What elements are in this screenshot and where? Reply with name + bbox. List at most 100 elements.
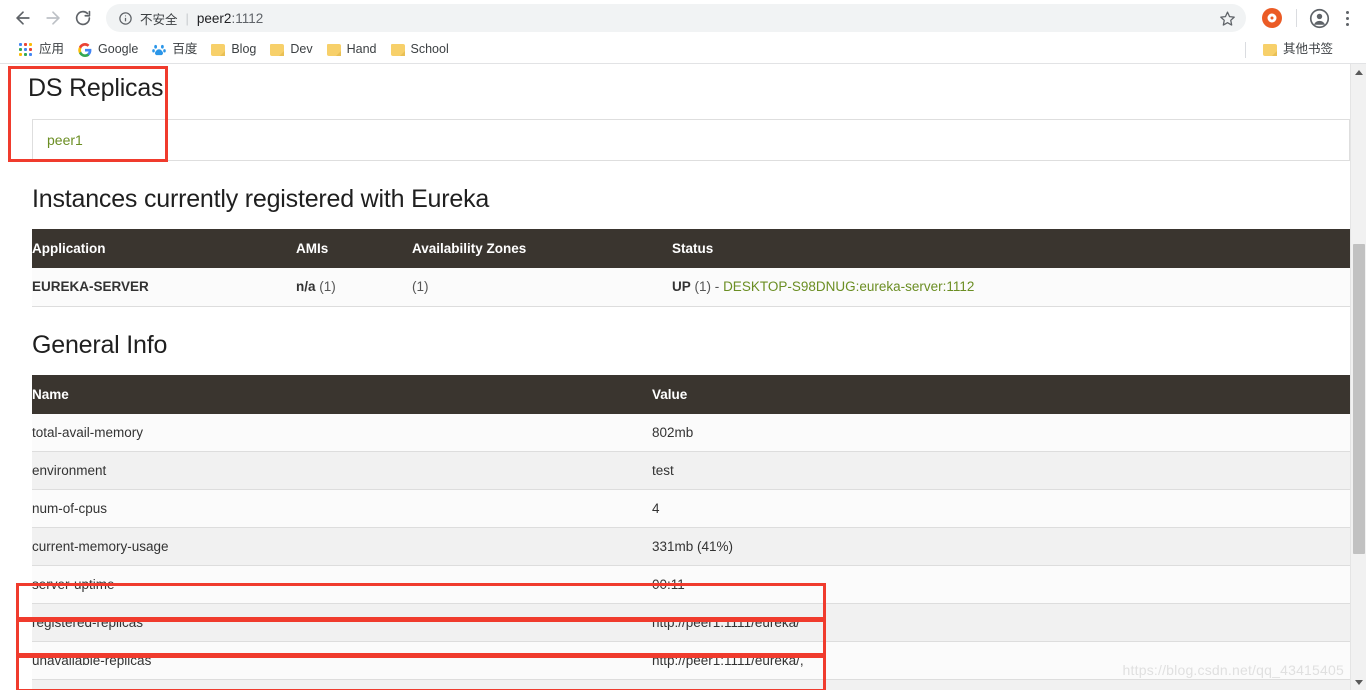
- status-state: UP: [672, 279, 691, 294]
- vertical-scrollbar[interactable]: [1350, 64, 1366, 690]
- folder-icon: [327, 44, 341, 56]
- profile-avatar-icon[interactable]: [1303, 8, 1336, 29]
- amis-value: n/a: [296, 279, 316, 294]
- extension-icon[interactable]: [1262, 8, 1282, 28]
- cell-name: num-of-cpus: [32, 490, 652, 528]
- column-availability-zones: Availability Zones: [412, 229, 672, 268]
- folder-icon: [211, 44, 225, 56]
- url-port: :1112: [231, 11, 263, 26]
- cell-value: 4: [652, 490, 1350, 528]
- cell-name: registered-replicas: [32, 604, 652, 642]
- bookmark-blog[interactable]: Blog: [204, 41, 263, 58]
- bookmarks-divider: [1245, 42, 1246, 58]
- bookmark-label: Blog: [231, 43, 256, 56]
- info-circle-icon[interactable]: [118, 11, 133, 26]
- eureka-dashboard: DS Replicas peer1 Instances currently re…: [0, 64, 1350, 690]
- instances-table-head: Application AMIs Availability Zones Stat…: [32, 229, 1350, 268]
- bookmark-baidu[interactable]: 百度: [145, 41, 204, 59]
- table-header-row: Name Value: [32, 375, 1350, 414]
- folder-icon: [391, 44, 405, 56]
- table-row: num-of-cpus 4: [32, 490, 1350, 528]
- bookmark-label: 其他书签: [1283, 43, 1333, 56]
- address-bar[interactable]: 不安全 | peer2:1112: [106, 4, 1246, 32]
- table-row: server-uptime 00:11: [32, 566, 1350, 604]
- cell-name: available-replicas: [32, 680, 652, 691]
- cell-status: UP (1) - DESKTOP-S98DNUG:eureka-server:1…: [672, 268, 1350, 306]
- bookmark-label: School: [411, 43, 449, 56]
- table-row: registered-replicas http://peer1:1111/eu…: [32, 604, 1350, 642]
- cell-value: [652, 680, 1350, 691]
- cell-availability-zones: (1): [412, 268, 672, 306]
- general-info-table-head: Name Value: [32, 375, 1350, 414]
- bookmark-other[interactable]: 其他书签: [1256, 41, 1340, 58]
- toolbar-divider: [1296, 9, 1297, 27]
- bookmarks-bar: 应用 Google 百度 Blog Dev Hand School 其他书签: [0, 36, 1366, 64]
- replica-link-peer1[interactable]: peer1: [47, 132, 83, 148]
- apps-grid-icon: [19, 43, 33, 57]
- table-row: available-replicas: [32, 680, 1350, 691]
- scroll-down-arrow-icon[interactable]: [1351, 674, 1366, 690]
- scrollbar-thumb[interactable]: [1353, 244, 1365, 554]
- column-amis: AMIs: [296, 229, 412, 268]
- bookmark-label: 百度: [172, 43, 197, 56]
- url-host: peer2: [197, 11, 232, 26]
- column-application: Application: [32, 229, 296, 268]
- bookmark-hand[interactable]: Hand: [320, 41, 384, 58]
- cell-value: 802mb: [652, 414, 1350, 452]
- cell-value: http://peer1:1111/eureka/: [652, 604, 1350, 642]
- bookmark-apps[interactable]: 应用: [12, 41, 71, 59]
- baidu-icon: [152, 43, 166, 57]
- omnibox-separator: |: [186, 12, 189, 25]
- bookmark-google[interactable]: Google: [71, 41, 145, 59]
- folder-icon: [1263, 44, 1277, 56]
- general-info-table-body: total-avail-memory 802mb environment tes…: [32, 414, 1350, 691]
- scroll-up-arrow-icon[interactable]: [1351, 64, 1366, 80]
- general-info-table: Name Value total-avail-memory 802mb envi…: [32, 375, 1350, 691]
- cell-amis: n/a (1): [296, 268, 412, 306]
- zones-count: (1): [412, 279, 429, 294]
- status-dash: -: [715, 279, 720, 294]
- column-value: Value: [652, 375, 1350, 414]
- bookmark-dev[interactable]: Dev: [263, 41, 319, 58]
- bookmark-label: Hand: [347, 43, 377, 56]
- browser-toolbar: 不安全 | peer2:1112: [0, 0, 1366, 36]
- forward-arrow-icon[interactable]: [38, 3, 68, 33]
- bookmark-label: Dev: [290, 43, 312, 56]
- cell-name: server-uptime: [32, 566, 652, 604]
- general-info-title: General Info: [32, 333, 1334, 358]
- bookmark-school[interactable]: School: [384, 41, 456, 58]
- ds-replicas-title: DS Replicas: [28, 76, 1334, 101]
- security-status-label: 不安全: [140, 9, 178, 28]
- cell-name: unavailable-replicas: [32, 642, 652, 680]
- cell-application: EUREKA-SERVER: [32, 268, 296, 306]
- bookmark-label: 应用: [39, 43, 64, 56]
- instances-table: Application AMIs Availability Zones Stat…: [32, 229, 1350, 307]
- cell-value: test: [652, 452, 1350, 490]
- table-row: environment test: [32, 452, 1350, 490]
- status-count: (1): [695, 279, 712, 294]
- folder-icon: [270, 44, 284, 56]
- instances-table-body: EUREKA-SERVER n/a (1) (1) UP (1) - DESKT…: [32, 268, 1350, 306]
- url-text: peer2:1112: [197, 11, 263, 26]
- bookmark-label: Google: [98, 43, 138, 56]
- column-name: Name: [32, 375, 652, 414]
- watermark-text: https://blog.csdn.net/qq_43415405: [1123, 662, 1344, 678]
- back-arrow-icon[interactable]: [8, 3, 38, 33]
- cell-name: total-avail-memory: [32, 414, 652, 452]
- status-instance-link[interactable]: DESKTOP-S98DNUG:eureka-server:1112: [723, 279, 974, 294]
- amis-count: (1): [319, 279, 336, 294]
- table-row: current-memory-usage 331mb (41%): [32, 528, 1350, 566]
- cell-name: current-memory-usage: [32, 528, 652, 566]
- ds-replicas-list: peer1: [32, 119, 1350, 161]
- cell-value: 00:11: [652, 566, 1350, 604]
- google-icon: [78, 43, 92, 57]
- cell-value: 331mb (41%): [652, 528, 1350, 566]
- reload-icon[interactable]: [68, 3, 98, 33]
- cell-name: environment: [32, 452, 652, 490]
- page-viewport: DS Replicas peer1 Instances currently re…: [0, 64, 1366, 690]
- bookmark-star-icon[interactable]: [1219, 10, 1238, 27]
- table-header-row: Application AMIs Availability Zones Stat…: [32, 229, 1350, 268]
- three-dot-menu-icon[interactable]: [1336, 3, 1358, 33]
- instances-title: Instances currently registered with Eure…: [32, 187, 1334, 212]
- column-status: Status: [672, 229, 1350, 268]
